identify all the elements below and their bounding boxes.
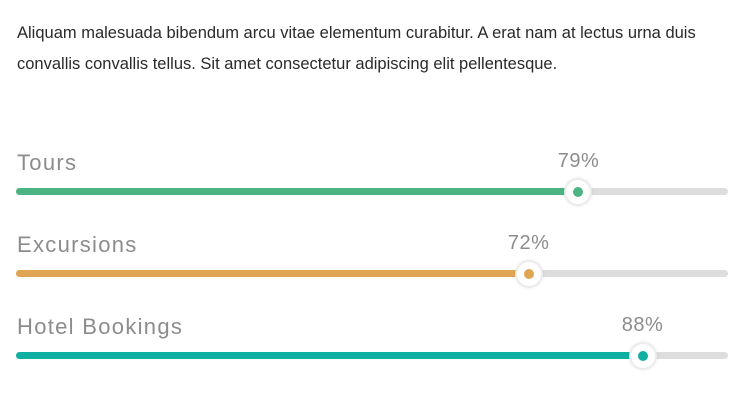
- skill-bar-excursions: Excursions 72%: [16, 232, 728, 292]
- progress-track: [16, 352, 728, 359]
- intro-paragraph: Aliquam malesuada bibendum arcu vitae el…: [17, 24, 696, 73]
- progress-fill: [16, 270, 529, 277]
- handle-dot: [523, 269, 534, 279]
- progress-handle[interactable]: [628, 342, 657, 370]
- skill-percent: 72%: [507, 232, 550, 254]
- skill-bar-tours: Tours 79%: [16, 150, 728, 210]
- skill-label: Tours: [17, 150, 78, 175]
- progress-fill: [16, 352, 643, 359]
- skill-label: Hotel Bookings: [17, 314, 184, 339]
- progress-fill: [16, 188, 579, 195]
- progress-track: [16, 188, 728, 195]
- handle-dot: [637, 351, 648, 361]
- skill-percent: 88%: [621, 314, 664, 336]
- progress-handle[interactable]: [564, 178, 593, 206]
- progress-track: [16, 270, 728, 277]
- skill-percent: 79%: [557, 150, 600, 172]
- skill-label: Excursions: [17, 232, 138, 257]
- skill-bar-hotel-bookings: Hotel Bookings 88%: [16, 314, 728, 374]
- progress-handle[interactable]: [514, 260, 543, 288]
- handle-dot: [573, 187, 584, 197]
